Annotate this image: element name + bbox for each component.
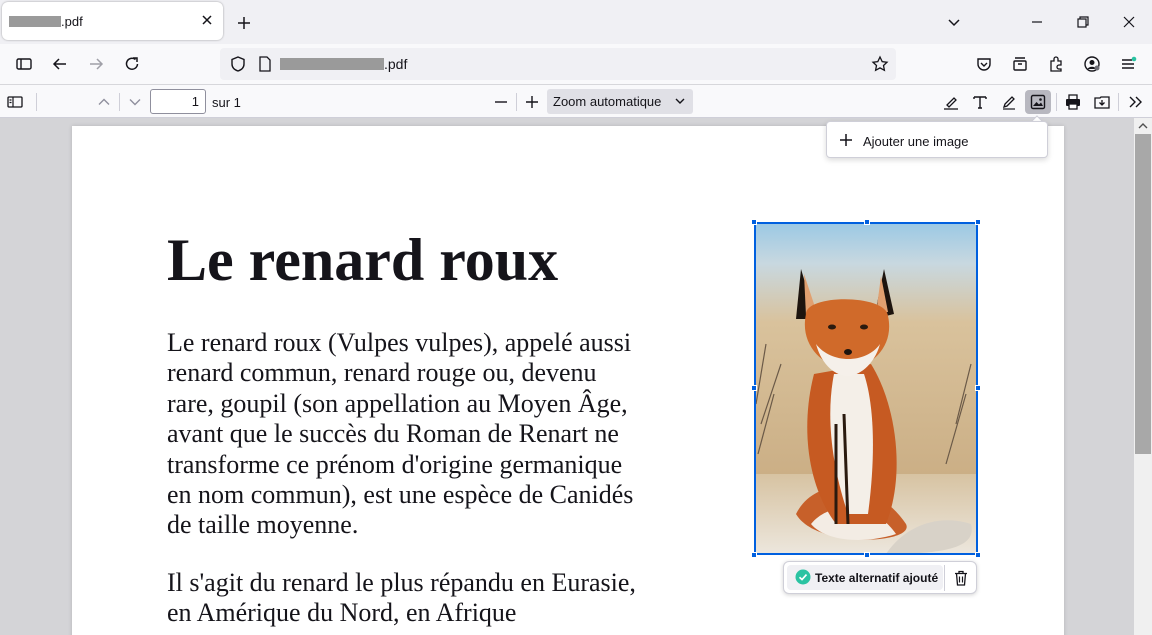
page-count-label: sur 1 [212, 95, 241, 110]
check-circle-icon [795, 569, 811, 585]
next-page-icon[interactable] [125, 92, 145, 112]
url-text: .pdf [384, 56, 408, 72]
reload-icon[interactable] [122, 54, 142, 74]
redacted-filename [9, 16, 61, 27]
forward-icon[interactable] [86, 54, 106, 74]
sidebar-toggle-icon[interactable] [5, 92, 25, 112]
resize-handle[interactable] [975, 385, 981, 391]
download-icon[interactable] [1092, 92, 1112, 112]
zoom-select[interactable]: Zoom automatique [547, 89, 693, 114]
zoom-out-icon[interactable] [491, 92, 511, 112]
alt-text-status: Texte alternatif ajouté [815, 571, 939, 585]
scroll-thumb[interactable] [1135, 134, 1151, 454]
pocket-icon[interactable] [974, 54, 994, 74]
account-icon[interactable] [1082, 54, 1102, 74]
divider [1118, 93, 1119, 111]
document-title: Le renard roux [167, 227, 559, 293]
scroll-up-icon[interactable] [1137, 120, 1149, 132]
print-icon[interactable] [1063, 92, 1083, 112]
navigation-bar: .pdf [0, 44, 1152, 84]
resize-handle[interactable] [975, 552, 981, 558]
browser-tab[interactable]: .pdf [2, 2, 223, 40]
resize-handle[interactable] [864, 552, 870, 558]
image-tool-button[interactable] [1025, 90, 1051, 114]
resize-handle[interactable] [751, 385, 757, 391]
previous-page-icon[interactable] [94, 92, 114, 112]
star-icon[interactable] [870, 54, 890, 74]
page-icon [259, 56, 271, 72]
zoom-value: Zoom automatique [553, 94, 662, 109]
tab-title: .pdf [61, 14, 83, 29]
resize-handle[interactable] [751, 219, 757, 225]
add-image-label: Ajouter une image [863, 134, 969, 149]
trash-icon[interactable] [951, 568, 971, 588]
image-edit-toolbar: Texte alternatif ajouté [783, 561, 977, 594]
highlight-icon[interactable] [941, 92, 961, 112]
paragraph: Il s'agit du renard le plus répandu en E… [167, 568, 636, 628]
zoom-in-icon[interactable] [522, 92, 542, 112]
alt-text-button[interactable]: Texte alternatif ajouté [787, 565, 943, 590]
paragraph: Le renard roux (Vulpes vulpes), appelé a… [167, 328, 634, 540]
close-icon[interactable] [199, 12, 215, 28]
address-bar[interactable]: .pdf [220, 48, 896, 80]
tab-strip: .pdf [0, 0, 1152, 44]
resize-handle[interactable] [751, 552, 757, 558]
resize-handle[interactable] [864, 219, 870, 225]
inserted-image[interactable] [751, 219, 981, 558]
list-tabs-icon[interactable] [944, 12, 964, 32]
text-tool-icon[interactable] [970, 92, 990, 112]
close-window-icon[interactable] [1119, 12, 1139, 32]
divider [119, 93, 120, 111]
fox-photo [756, 224, 976, 553]
extensions-icon[interactable] [1046, 54, 1066, 74]
sidebar-icon[interactable] [14, 54, 34, 74]
divider [1056, 93, 1057, 111]
redacted-url [280, 58, 384, 70]
new-tab-icon[interactable] [234, 13, 254, 33]
image-icon [1030, 94, 1046, 110]
add-image-menu-item[interactable]: Ajouter une image [827, 122, 1047, 157]
menu-icon[interactable] [1118, 54, 1138, 74]
restore-icon[interactable] [1073, 12, 1093, 32]
chevron-down-icon [675, 98, 685, 104]
divider [36, 93, 37, 111]
divider [516, 93, 517, 111]
minimize-icon[interactable] [1027, 12, 1047, 32]
shield-icon[interactable] [228, 54, 248, 74]
add-image-menu: Ajouter une image [826, 121, 1048, 158]
page-number-input[interactable]: 1 [150, 89, 206, 114]
divider [944, 565, 945, 591]
more-tools-icon[interactable] [1126, 92, 1146, 112]
container-icon[interactable] [1010, 54, 1030, 74]
back-icon[interactable] [50, 54, 70, 74]
draw-icon[interactable] [999, 92, 1019, 112]
pdf-toolbar: 1 sur 1 Zoom automatique [0, 84, 1152, 118]
plus-icon [840, 134, 852, 146]
resize-handle[interactable] [975, 219, 981, 225]
vertical-scrollbar[interactable] [1134, 118, 1152, 635]
